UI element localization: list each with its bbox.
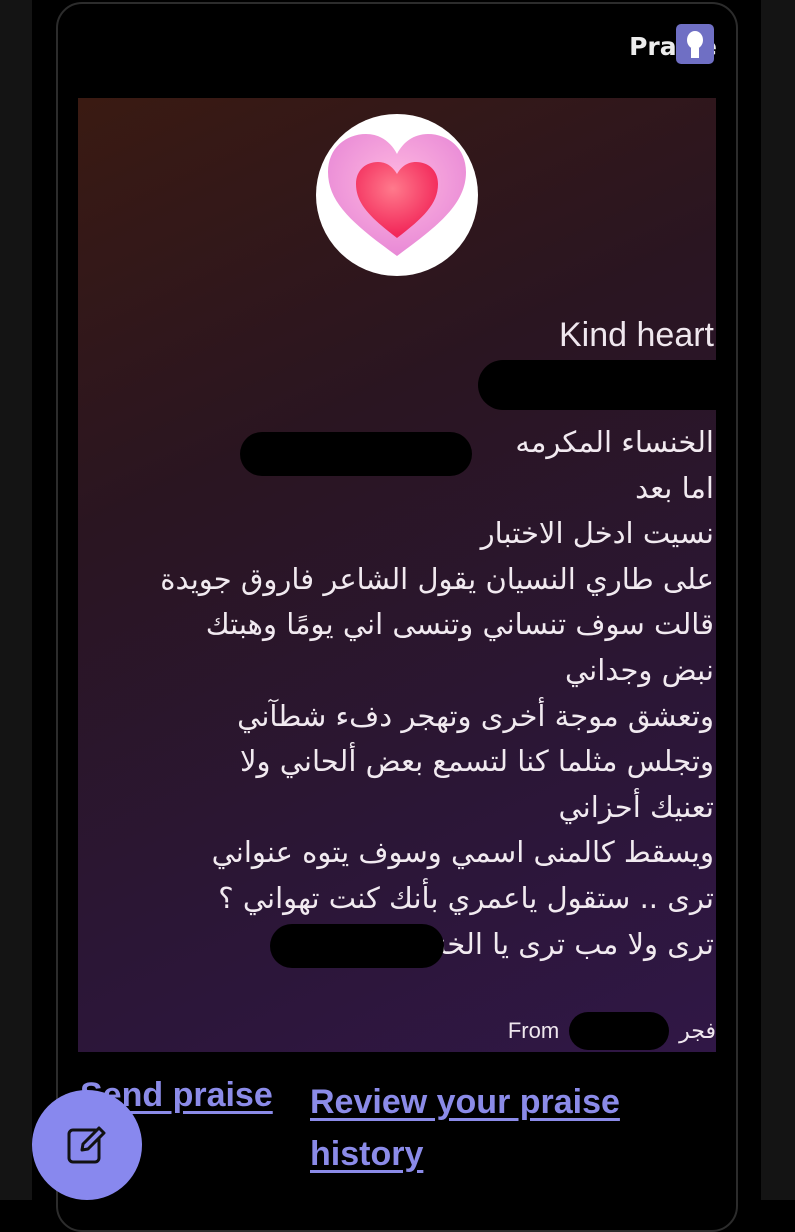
compose-button[interactable] [32, 1090, 142, 1200]
praise-sender: From فجر [508, 1012, 716, 1050]
message-line: ويسقط كالمنى اسمي وسوف يتوه عنواني [211, 835, 714, 870]
message-line: تعنيك أحزاني [558, 789, 714, 824]
award-icon [676, 24, 714, 64]
sender-name: فجر [679, 1018, 716, 1043]
heart-badge-image [316, 114, 478, 276]
right-edge [761, 0, 795, 1200]
redaction [270, 924, 444, 968]
review-praise-history-link[interactable]: Review your praise history [310, 1076, 670, 1180]
message-line: وتعشق موجة أخرى وتهجر دفء شطآني [237, 698, 714, 733]
praise-message-panel: Kind heart الخنساء المكرمه اما بعد نسيت … [78, 98, 716, 1052]
message-line: على طاري النسيان يقول الشاعر فاروق جويدة [160, 561, 714, 596]
redaction [478, 360, 716, 410]
from-label: From [507, 1018, 560, 1043]
edit-icon [67, 1126, 106, 1164]
redaction [569, 1012, 670, 1050]
left-edge [0, 0, 32, 1200]
praise-message: الخنساء المكرمه اما بعد نسيت ادخل الاختب… [94, 420, 714, 967]
message-line: نبض وجداني [564, 652, 714, 687]
message-line: نسيت ادخل الاختبار [480, 516, 714, 551]
message-line: ترى .. ستقول ياعمري بأنك كنت تهواني ؟ [218, 880, 714, 915]
message-line: قالت سوف تنساني وتنسى اني يومًا وهبتك [205, 607, 714, 642]
badge-name: Kind heart [559, 316, 714, 354]
message-line: وتجلس مثلما كنا لتسمع بعض ألحاني ولا [239, 744, 714, 779]
redaction [240, 432, 472, 476]
